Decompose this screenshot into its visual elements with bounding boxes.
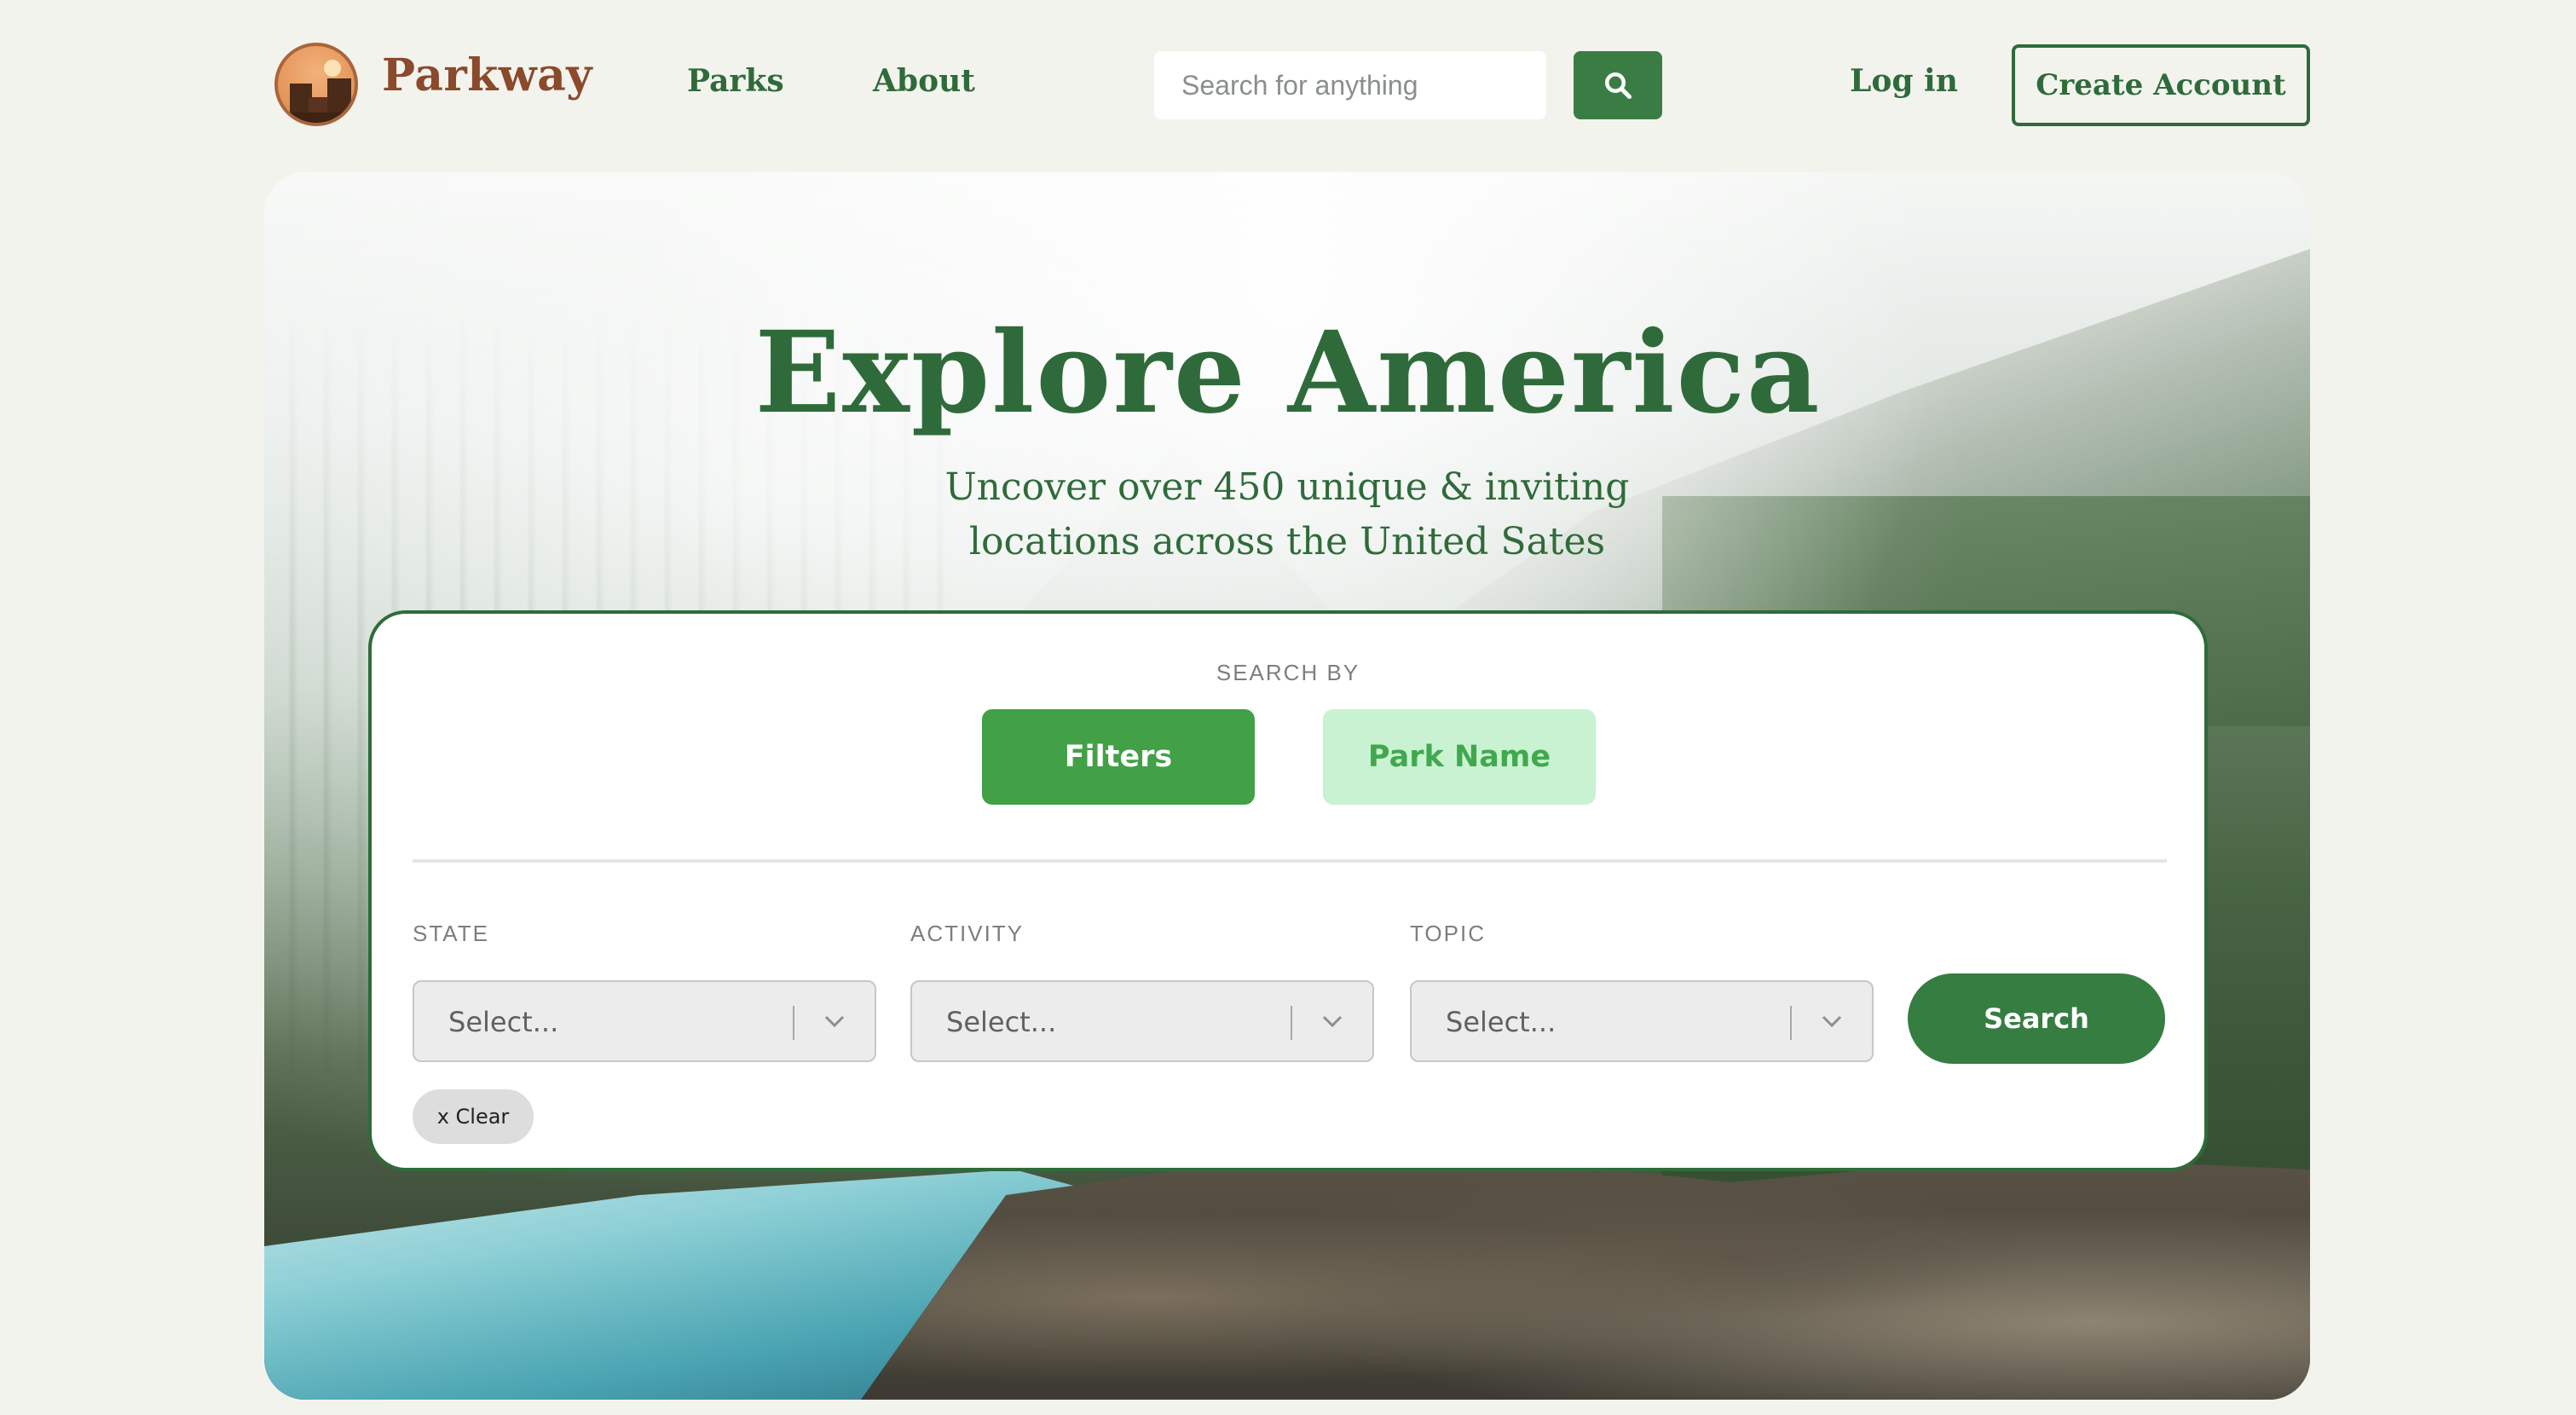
card-divider: [413, 859, 2167, 863]
hero-subtitle: Uncover over 450 unique & inviting locat…: [944, 465, 1630, 563]
search-by-label: SEARCH BY: [1216, 660, 1360, 685]
clear-filters-button[interactable]: x Clear: [413, 1089, 534, 1144]
search-icon: [1605, 72, 1632, 100]
create-account-button[interactable]: Create Account: [2012, 44, 2310, 126]
search-submit-button[interactable]: Search: [1908, 973, 2165, 1064]
login-link[interactable]: Log in: [1850, 63, 1958, 99]
brand-name[interactable]: Parkway: [382, 49, 592, 101]
logo-ground: [278, 113, 355, 123]
state-select-value: Select...: [448, 1006, 559, 1038]
topic-select-value: Select...: [1446, 1006, 1557, 1038]
parkway-logo-icon[interactable]: [274, 43, 358, 126]
activity-select-value: Select...: [946, 1006, 1057, 1038]
topic-select[interactable]: Select...: [1410, 980, 1874, 1062]
activity-label: ACTIVITY: [910, 921, 1025, 946]
park-name-toggle-button[interactable]: Park Name: [1323, 709, 1596, 805]
select-separator: [1790, 1006, 1792, 1040]
nav-parks-link[interactable]: Parks: [687, 63, 784, 99]
header-search-input[interactable]: [1154, 51, 1546, 119]
state-label: STATE: [413, 921, 489, 946]
site-header: Parkway Parks About Log in Create Accoun…: [0, 0, 2576, 170]
topic-label: TOPIC: [1410, 921, 1486, 946]
chevron-down-icon: [1822, 1015, 1842, 1028]
select-separator: [793, 1006, 794, 1040]
hero-title: Explore America: [754, 307, 1822, 439]
nav-about-link[interactable]: About: [873, 63, 975, 99]
activity-select[interactable]: Select...: [910, 980, 1374, 1062]
header-search-button[interactable]: [1574, 51, 1662, 119]
logo-sun: [324, 60, 341, 77]
park-search-card: SEARCH BY Filters Park Name STATE ACTIVI…: [368, 610, 2208, 1171]
select-separator: [1291, 1006, 1292, 1040]
filters-toggle-button[interactable]: Filters: [982, 709, 1255, 805]
state-select[interactable]: Select...: [413, 980, 876, 1062]
chevron-down-icon: [824, 1015, 845, 1028]
chevron-down-icon: [1322, 1015, 1343, 1028]
